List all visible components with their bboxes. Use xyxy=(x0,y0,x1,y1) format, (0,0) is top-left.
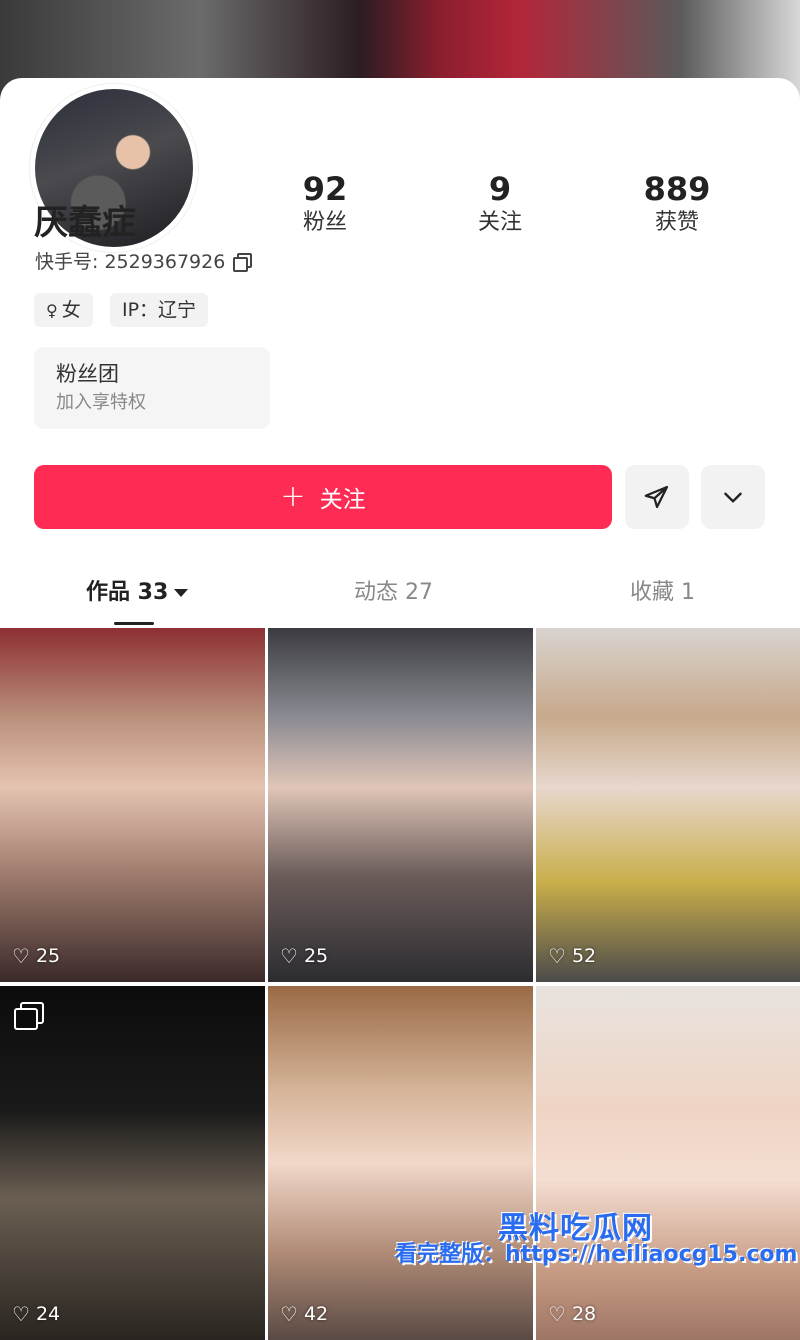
post-likes-count: 24 xyxy=(35,1303,61,1325)
post-likes: ♡ 25 xyxy=(12,944,60,968)
post-thumbnail[interactable]: ♡ 28 xyxy=(536,986,800,1340)
post-likes: ♡ 28 xyxy=(548,1302,596,1326)
post-likes: ♡ 42 xyxy=(280,1302,328,1326)
plus-icon: + xyxy=(280,479,306,514)
heart-icon: ♡ xyxy=(12,1302,30,1326)
post-thumbnail[interactable]: ♡ 25 xyxy=(0,628,265,982)
follow-button-label: 关注 xyxy=(319,487,366,513)
heart-icon: ♡ xyxy=(548,944,566,968)
likes-label: 获赞 xyxy=(654,210,699,235)
content-tabs: 作品 33 动态 27 收藏 1 xyxy=(0,560,800,628)
copy-icon[interactable] xyxy=(233,252,253,272)
caret-down-icon xyxy=(174,589,189,597)
stat-following[interactable]: 9 关注 xyxy=(430,170,570,238)
following-count: 9 xyxy=(488,170,512,208)
fan-group-subtitle: 加入享特权 xyxy=(56,392,146,413)
profile-name: 厌蠢症 xyxy=(34,203,136,243)
post-likes: ♡ 24 xyxy=(12,1302,60,1326)
followers-count: 92 xyxy=(302,170,348,208)
fan-group-card[interactable]: 粉丝团 加入享特权 xyxy=(34,347,270,429)
tab-active-indicator xyxy=(114,622,154,625)
female-icon: ♀ xyxy=(46,301,58,320)
post-likes-count: 28 xyxy=(571,1303,597,1325)
stat-likes[interactable]: 889 获赞 xyxy=(607,170,747,238)
gender-tag: ♀ 女 xyxy=(34,293,93,327)
post-likes-count: 25 xyxy=(35,945,61,967)
likes-count: 889 xyxy=(643,170,711,208)
stat-followers[interactable]: 92 粉丝 xyxy=(255,170,395,238)
post-likes-count: 25 xyxy=(303,945,329,967)
kuaishou-id: 快手号: 2529367926 xyxy=(35,251,226,273)
post-likes-count: 52 xyxy=(571,945,597,967)
post-thumbnail[interactable]: ♡ 24 xyxy=(0,986,265,1340)
post-likes: ♡ 25 xyxy=(280,944,328,968)
tab-moments[interactable]: 动态 27 xyxy=(354,574,433,606)
multi-image-icon xyxy=(14,1002,44,1030)
post-likes-count: 42 xyxy=(303,1303,329,1325)
tab-favorites[interactable]: 收藏 1 xyxy=(630,574,695,606)
heart-icon: ♡ xyxy=(548,1302,566,1326)
send-message-button[interactable] xyxy=(625,465,689,529)
chevron-down-icon xyxy=(724,492,742,503)
more-button[interactable] xyxy=(701,465,765,529)
send-icon xyxy=(644,485,669,509)
kuaishou-id-row: 快手号: 2529367926 xyxy=(35,247,253,274)
post-thumbnail[interactable]: ♡ 42 xyxy=(268,986,533,1340)
fan-group-title: 粉丝团 xyxy=(56,362,119,386)
heart-icon: ♡ xyxy=(280,1302,298,1326)
post-thumbnail[interactable]: ♡ 52 xyxy=(536,628,800,982)
gender-tag-label: 女 xyxy=(61,299,81,321)
following-label: 关注 xyxy=(477,210,522,235)
tab-works-label: 作品 33 xyxy=(86,580,169,605)
followers-label: 粉丝 xyxy=(302,210,347,235)
post-thumbnail[interactable]: ♡ 25 xyxy=(268,628,533,982)
post-likes: ♡ 52 xyxy=(548,944,596,968)
heart-icon: ♡ xyxy=(12,944,30,968)
tab-works[interactable]: 作品 33 xyxy=(86,574,189,606)
watermark-url: 看完整版：https://heiliaocg15.com xyxy=(395,1242,798,1267)
follow-button[interactable]: + 关注 xyxy=(34,465,612,529)
ip-tag: IP：辽宁 xyxy=(110,293,209,327)
posts-grid: ♡ 25 ♡ 25 ♡ 52 ♡ 24 ♡ 42 ♡ 28 xyxy=(0,628,800,1340)
heart-icon: ♡ xyxy=(280,944,298,968)
